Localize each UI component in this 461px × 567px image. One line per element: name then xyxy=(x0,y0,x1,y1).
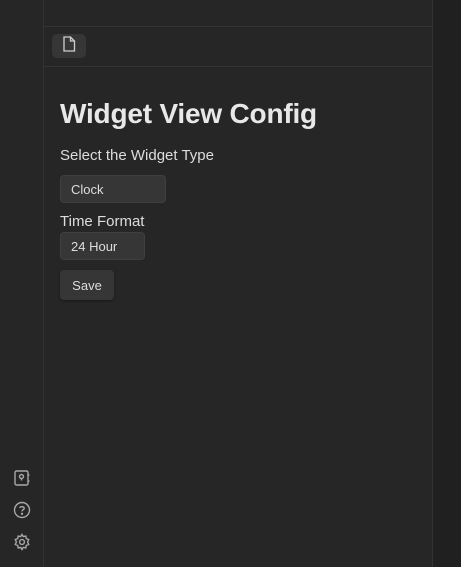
help-icon[interactable] xyxy=(11,499,33,521)
vault-icon[interactable] xyxy=(11,467,33,489)
tab-bar xyxy=(44,27,432,67)
widget-type-label: Select the Widget Type xyxy=(60,147,214,164)
time-format-value: 24 Hour xyxy=(71,239,118,254)
main-pane: Widget View Config Select the Widget Typ… xyxy=(44,0,432,567)
tab-file[interactable] xyxy=(52,34,86,58)
left-ribbon xyxy=(0,0,44,567)
file-icon xyxy=(62,35,76,57)
time-format-label: Time Format xyxy=(60,213,145,230)
widget-type-dropdown[interactable]: Clock xyxy=(60,175,166,203)
page-title: Widget View Config xyxy=(60,98,317,129)
save-button[interactable]: Save xyxy=(60,270,114,300)
title-bar xyxy=(44,0,432,27)
time-format-dropdown[interactable]: 24 Hour xyxy=(60,232,145,260)
settings-icon[interactable] xyxy=(11,531,33,553)
widget-type-value: Clock xyxy=(71,182,104,197)
config-form: Widget View Config Select the Widget Typ… xyxy=(60,95,420,300)
right-panel xyxy=(432,0,461,567)
